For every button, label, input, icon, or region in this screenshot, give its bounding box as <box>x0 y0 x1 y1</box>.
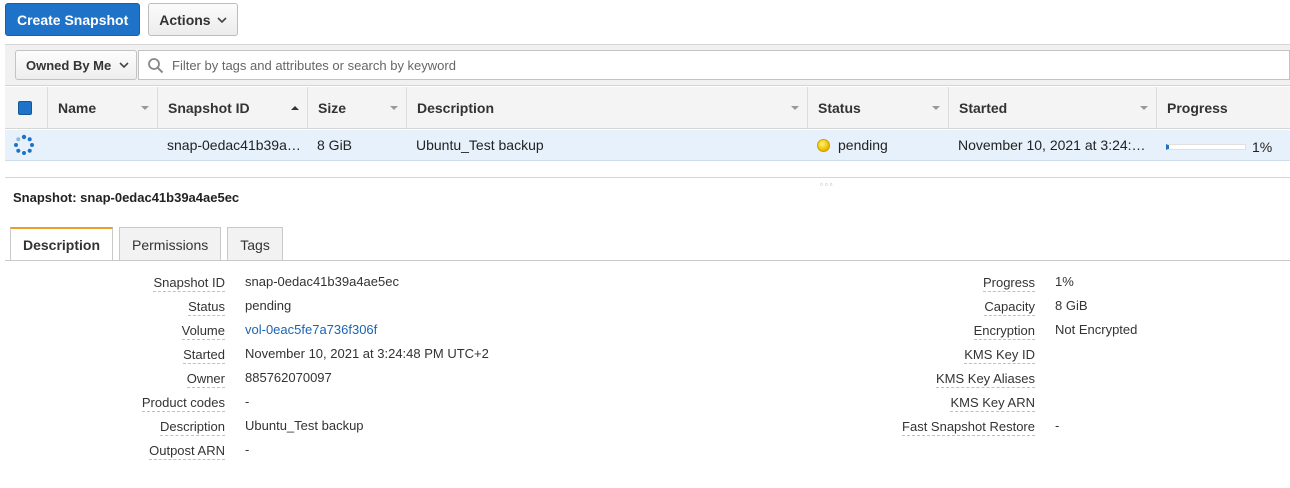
progress-text: 1% <box>1252 139 1273 155</box>
tab-tags[interactable]: Tags <box>227 227 283 261</box>
column-label: Size <box>318 100 347 116</box>
sort-down-icon <box>791 106 799 110</box>
detail-tabs: Description Permissions Tags <box>10 227 283 261</box>
label-product-codes: Product codes <box>141 395 225 412</box>
chevron-down-icon <box>217 16 227 23</box>
select-all-checkbox[interactable] <box>18 101 32 115</box>
search-icon <box>148 57 164 73</box>
label-started: Started <box>183 347 225 364</box>
column-label: Status <box>818 100 861 116</box>
label-status: Status <box>188 299 225 316</box>
tab-description[interactable]: Description <box>10 227 114 261</box>
sort-up-icon <box>291 106 299 110</box>
value-encryption: Not Encrypted <box>1055 322 1138 337</box>
value-started: November 10, 2021 at 3:24:48 PM UTC+2 <box>245 346 489 361</box>
column-header-started[interactable]: Started <box>948 87 1156 129</box>
actions-button[interactable]: Actions <box>148 3 238 36</box>
column-header-description[interactable]: Description <box>406 87 807 129</box>
label-progress: Progress <box>982 275 1035 292</box>
search-input[interactable] <box>172 57 772 73</box>
column-header-progress[interactable]: Progress <box>1156 87 1290 129</box>
label-capacity: Capacity <box>984 299 1035 316</box>
label-fast-snapshot-restore: Fast Snapshot Restore <box>902 419 1035 436</box>
label-description: Description <box>159 419 225 436</box>
label-kms-key-id: KMS Key ID <box>964 347 1035 364</box>
label-kms-key-arn: KMS Key ARN <box>950 395 1035 412</box>
column-label: Name <box>58 100 97 116</box>
volume-link[interactable]: vol-0eac5fe7a736f306f <box>245 322 377 338</box>
row-status-cell <box>5 130 47 161</box>
cell-size: 8 GiB <box>317 137 353 153</box>
value-snapshot-id: snap-0edac41b39a4ae5ec <box>245 274 399 289</box>
actions-label: Actions <box>159 11 211 28</box>
table-row[interactable]: snap-0edac41b39a… 8 GiB Ubuntu_Test back… <box>5 130 1290 161</box>
value-progress: 1% <box>1055 274 1074 289</box>
sort-down-icon <box>932 106 940 110</box>
value-owner: 885762070097 <box>245 370 332 385</box>
search-box <box>138 50 1290 80</box>
label-owner: Owner <box>186 371 225 388</box>
label-outpost-arn: Outpost ARN <box>149 443 225 460</box>
value-outpost-arn: - <box>245 442 250 457</box>
label-volume: Volume <box>181 323 225 340</box>
sort-down-icon <box>1140 106 1148 110</box>
detail-title: Snapshot: snap-0edac41b39a4ae5ec <box>13 190 240 205</box>
tab-underline <box>5 260 1290 261</box>
sort-down-icon <box>390 106 398 110</box>
label-kms-key-aliases: KMS Key Aliases <box>936 371 1035 388</box>
cell-snapshot-id: snap-0edac41b39a… <box>167 137 301 153</box>
value-capacity: 8 GiB <box>1055 298 1088 313</box>
sort-down-icon <box>141 106 149 110</box>
loading-spinner-icon <box>14 134 34 155</box>
cell-status: pending <box>807 130 948 161</box>
create-snapshot-button[interactable]: Create Snapshot <box>5 3 141 36</box>
pane-splitter[interactable] <box>5 177 1290 178</box>
column-label: Progress <box>1167 100 1228 116</box>
column-header-name[interactable]: Name <box>47 87 157 129</box>
column-header-size[interactable]: Size <box>307 87 406 129</box>
pending-status-icon <box>817 138 830 152</box>
progress-bar <box>1166 144 1246 150</box>
column-label: Snapshot ID <box>168 100 250 116</box>
column-label: Description <box>417 100 495 116</box>
top-toolbar: Create Snapshot Actions <box>5 3 238 36</box>
filter-bar: Owned By Me <box>5 45 1290 86</box>
column-header-status[interactable]: Status <box>807 87 948 129</box>
label-snapshot-id: Snapshot ID <box>153 275 225 292</box>
value-description: Ubuntu_Test backup <box>245 418 364 433</box>
column-header-snapshot-id[interactable]: Snapshot ID <box>157 87 307 129</box>
chevron-down-icon <box>119 62 129 69</box>
column-label: Started <box>959 100 1008 116</box>
value-status: pending <box>245 298 292 313</box>
cell-started: November 10, 2021 at 3:24:… <box>958 137 1146 153</box>
status-text: pending <box>838 137 888 153</box>
owned-by-label: Owned By Me <box>26 57 112 73</box>
cell-name <box>47 130 157 161</box>
owned-by-dropdown[interactable]: Owned By Me <box>15 50 137 80</box>
cell-progress: 1% <box>1156 130 1290 161</box>
select-all-cell <box>5 87 47 129</box>
value-product-codes: - <box>245 394 250 409</box>
cell-description: Ubuntu_Test backup <box>416 137 544 153</box>
tab-permissions[interactable]: Permissions <box>119 227 222 261</box>
label-encryption: Encryption <box>973 323 1035 340</box>
value-fast-snapshot-restore: - <box>1055 418 1060 433</box>
table-header: Name Snapshot ID Size Description Status… <box>5 87 1290 129</box>
resize-grip-icon[interactable]: ▫▫▫ <box>820 180 835 189</box>
